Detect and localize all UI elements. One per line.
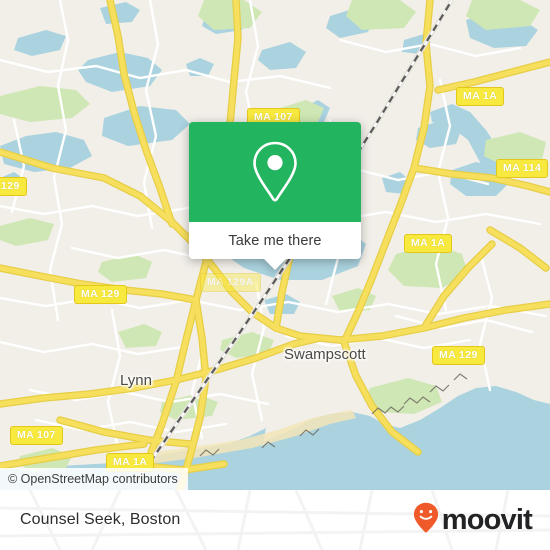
destination-marker-popup[interactable]: Take me there	[189, 122, 361, 270]
map-attribution[interactable]: © OpenStreetMap contributors	[0, 468, 188, 490]
road-shield-ma-129a[interactable]: MA 129A	[200, 273, 261, 292]
take-me-there-label: Take me there	[228, 232, 322, 249]
road-shield-129-west[interactable]: 129	[0, 177, 27, 196]
moovit-wordmark: moovit	[441, 503, 533, 536]
popup-tail-arrow	[264, 259, 286, 270]
road-shield-ma-129-east[interactable]: MA 129	[432, 346, 485, 365]
road-shield-ma-1a-north[interactable]: MA 1A	[456, 87, 505, 106]
popup-image-panel	[189, 122, 361, 222]
road-shield-ma-114[interactable]: MA 114	[496, 159, 549, 178]
footer-bar: Counsel Seek, Boston moovit	[0, 490, 550, 550]
road-shield-ma-1a-mid[interactable]: MA 1A	[404, 234, 453, 253]
place-label-lynn: Lynn	[120, 372, 152, 389]
road-shield-ma-129-west[interactable]: MA 129	[74, 285, 127, 304]
moovit-map-screenshot: Lynn Swampscott MA 107 MA 1A MA 114 129 …	[0, 0, 550, 550]
map-canvas[interactable]: Lynn Swampscott MA 107 MA 1A MA 114 129 …	[0, 0, 550, 490]
location-title: Counsel Seek, Boston	[20, 511, 181, 528]
map-pin-icon	[249, 140, 301, 204]
moovit-smiling-pin-icon	[413, 502, 439, 538]
place-label-swampscott: Swampscott	[284, 346, 366, 363]
moovit-brand-logo[interactable]: moovit	[413, 502, 533, 538]
road-shield-ma-107-south[interactable]: MA 107	[10, 426, 63, 445]
take-me-there-button[interactable]: Take me there	[189, 222, 361, 259]
